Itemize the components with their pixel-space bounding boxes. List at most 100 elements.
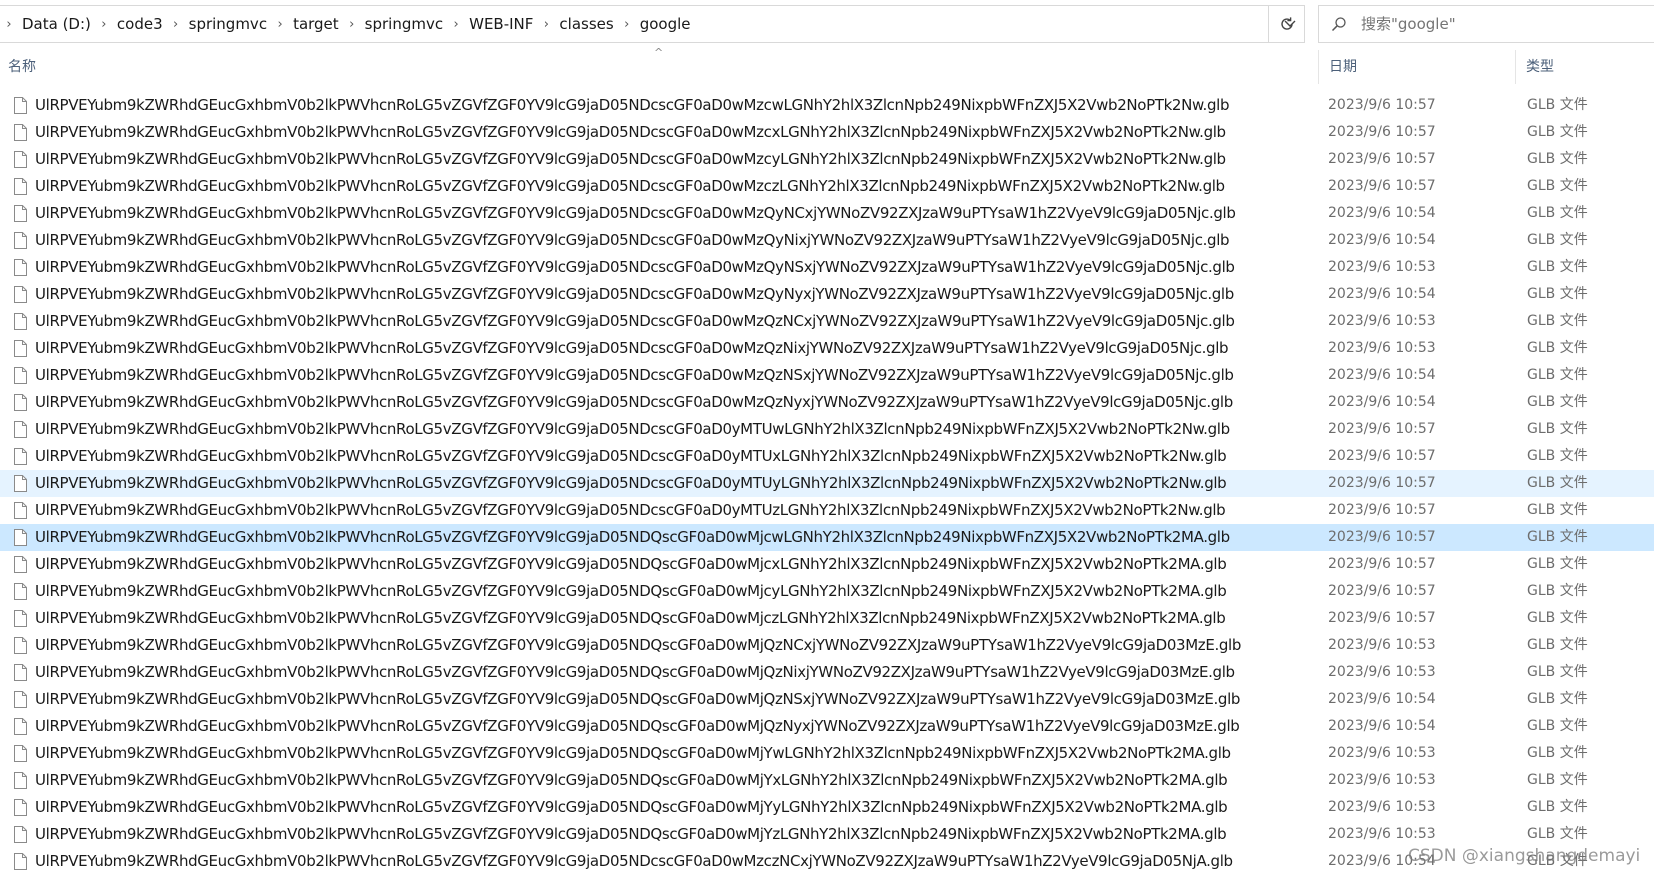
file-row[interactable]: UlRPVEYubm9kZWRhdGEucGxhbmV0b2lkPWVhcnRo… [0,794,1654,821]
file-row[interactable]: UlRPVEYubm9kZWRhdGEucGxhbmV0b2lkPWVhcnRo… [0,713,1654,740]
column-header-date[interactable]: 日期 [1318,50,1514,84]
breadcrumb-item[interactable]: Data (D:) [18,15,95,33]
chevron-right-icon[interactable]: › [343,17,361,32]
file-name: UlRPVEYubm9kZWRhdGEucGxhbmV0b2lkPWVhcnRo… [35,744,1231,762]
file-row[interactable]: UlRPVEYubm9kZWRhdGEucGxhbmV0b2lkPWVhcnRo… [0,443,1654,470]
column-header-row: 名称 日期 类型 [0,50,1654,84]
file-row[interactable]: UlRPVEYubm9kZWRhdGEucGxhbmV0b2lkPWVhcnRo… [0,497,1654,524]
file-date: 2023/9/6 10:54 [1328,691,1436,707]
file-name: UlRPVEYubm9kZWRhdGEucGxhbmV0b2lkPWVhcnRo… [35,312,1235,330]
breadcrumb-item[interactable]: springmvc [361,15,447,33]
chevron-right-icon[interactable]: › [167,17,185,32]
file-date: 2023/9/6 10:57 [1328,556,1436,572]
file-row[interactable]: UlRPVEYubm9kZWRhdGEucGxhbmV0b2lkPWVhcnRo… [0,389,1654,416]
breadcrumb-item[interactable]: WEB-INF [465,15,537,33]
file-name: UlRPVEYubm9kZWRhdGEucGxhbmV0b2lkPWVhcnRo… [35,771,1228,789]
file-type: GLB 文件 [1527,718,1588,734]
file-date: 2023/9/6 10:57 [1328,448,1436,464]
file-name: UlRPVEYubm9kZWRhdGEucGxhbmV0b2lkPWVhcnRo… [35,393,1233,411]
breadcrumb-item[interactable]: classes [555,15,617,33]
file-row[interactable]: UlRPVEYubm9kZWRhdGEucGxhbmV0b2lkPWVhcnRo… [0,551,1654,578]
file-row[interactable]: UlRPVEYubm9kZWRhdGEucGxhbmV0b2lkPWVhcnRo… [0,416,1654,443]
refresh-button[interactable] [1268,5,1305,43]
file-type: GLB 文件 [1527,205,1588,221]
file-row[interactable]: UlRPVEYubm9kZWRhdGEucGxhbmV0b2lkPWVhcnRo… [0,524,1654,551]
file-row[interactable]: UlRPVEYubm9kZWRhdGEucGxhbmV0b2lkPWVhcnRo… [0,227,1654,254]
file-date: 2023/9/6 10:53 [1328,637,1436,653]
file-row[interactable]: UlRPVEYubm9kZWRhdGEucGxhbmV0b2lkPWVhcnRo… [0,578,1654,605]
file-icon [14,799,27,816]
file-date: 2023/9/6 10:57 [1328,97,1436,113]
file-row[interactable]: UlRPVEYubm9kZWRhdGEucGxhbmV0b2lkPWVhcnRo… [0,362,1654,389]
file-row[interactable]: UlRPVEYubm9kZWRhdGEucGxhbmV0b2lkPWVhcnRo… [0,200,1654,227]
file-name: UlRPVEYubm9kZWRhdGEucGxhbmV0b2lkPWVhcnRo… [35,339,1229,357]
file-type: GLB 文件 [1527,556,1588,572]
file-type: GLB 文件 [1527,745,1588,761]
breadcrumb-item[interactable]: code3 [113,15,167,33]
file-row[interactable]: UlRPVEYubm9kZWRhdGEucGxhbmV0b2lkPWVhcnRo… [0,119,1654,146]
file-row[interactable]: UlRPVEYubm9kZWRhdGEucGxhbmV0b2lkPWVhcnRo… [0,146,1654,173]
file-row[interactable]: UlRPVEYubm9kZWRhdGEucGxhbmV0b2lkPWVhcnRo… [0,335,1654,362]
file-row[interactable]: UlRPVEYubm9kZWRhdGEucGxhbmV0b2lkPWVhcnRo… [0,821,1654,848]
file-row[interactable]: UlRPVEYubm9kZWRhdGEucGxhbmV0b2lkPWVhcnRo… [0,686,1654,713]
file-icon [14,583,27,600]
chevron-right-icon[interactable]: › [95,17,113,32]
column-header-name[interactable]: 名称 [8,50,1316,84]
file-icon [14,475,27,492]
file-icon [14,286,27,303]
file-row[interactable]: UlRPVEYubm9kZWRhdGEucGxhbmV0b2lkPWVhcnRo… [0,308,1654,335]
breadcrumb-item[interactable]: target [289,15,343,33]
file-icon [14,97,27,114]
file-row[interactable]: UlRPVEYubm9kZWRhdGEucGxhbmV0b2lkPWVhcnRo… [0,470,1654,497]
file-type: GLB 文件 [1527,286,1588,302]
chevron-right-icon[interactable]: › [0,17,18,32]
file-row[interactable]: UlRPVEYubm9kZWRhdGEucGxhbmV0b2lkPWVhcnRo… [0,659,1654,686]
file-icon [14,124,27,141]
file-row[interactable]: UlRPVEYubm9kZWRhdGEucGxhbmV0b2lkPWVhcnRo… [0,254,1654,281]
file-icon [14,664,27,681]
file-type: GLB 文件 [1527,124,1588,140]
file-name: UlRPVEYubm9kZWRhdGEucGxhbmV0b2lkPWVhcnRo… [35,96,1230,114]
file-row[interactable]: UlRPVEYubm9kZWRhdGEucGxhbmV0b2lkPWVhcnRo… [0,281,1654,308]
breadcrumb-item[interactable]: springmvc [185,15,271,33]
search-input[interactable] [1359,14,1623,34]
file-type: GLB 文件 [1527,826,1588,842]
file-icon [14,313,27,330]
file-row[interactable]: UlRPVEYubm9kZWRhdGEucGxhbmV0b2lkPWVhcnRo… [0,767,1654,794]
file-date: 2023/9/6 10:57 [1328,124,1436,140]
file-date: 2023/9/6 10:54 [1328,394,1436,410]
file-date: 2023/9/6 10:57 [1328,475,1436,491]
file-row[interactable]: UlRPVEYubm9kZWRhdGEucGxhbmV0b2lkPWVhcnRo… [0,173,1654,200]
file-name: UlRPVEYubm9kZWRhdGEucGxhbmV0b2lkPWVhcnRo… [35,609,1226,627]
file-date: 2023/9/6 10:57 [1328,610,1436,626]
file-type: GLB 文件 [1527,448,1588,464]
file-icon [14,178,27,195]
file-row[interactable]: UlRPVEYubm9kZWRhdGEucGxhbmV0b2lkPWVhcnRo… [0,605,1654,632]
file-icon [14,610,27,627]
chevron-right-icon[interactable]: › [537,17,555,32]
file-type: GLB 文件 [1527,799,1588,815]
breadcrumb-item[interactable]: google [636,15,695,33]
file-name: UlRPVEYubm9kZWRhdGEucGxhbmV0b2lkPWVhcnRo… [35,798,1228,816]
file-name: UlRPVEYubm9kZWRhdGEucGxhbmV0b2lkPWVhcnRo… [35,825,1227,843]
file-row[interactable]: UlRPVEYubm9kZWRhdGEucGxhbmV0b2lkPWVhcnRo… [0,632,1654,659]
chevron-right-icon[interactable]: › [618,17,636,32]
file-row[interactable]: UlRPVEYubm9kZWRhdGEucGxhbmV0b2lkPWVhcnRo… [0,740,1654,767]
refresh-icon [1281,17,1293,30]
search-box[interactable] [1318,5,1654,43]
file-date: 2023/9/6 10:57 [1328,151,1436,167]
file-name: UlRPVEYubm9kZWRhdGEucGxhbmV0b2lkPWVhcnRo… [35,582,1227,600]
file-row[interactable]: UlRPVEYubm9kZWRhdGEucGxhbmV0b2lkPWVhcnRo… [0,848,1654,875]
file-row[interactable]: UlRPVEYubm9kZWRhdGEucGxhbmV0b2lkPWVhcnRo… [0,92,1654,119]
address-bar[interactable]: › Data (D:) › code3 › springmvc › target › spring… [0,5,1305,43]
file-type: GLB 文件 [1527,340,1588,356]
watermark: CSDN @xiangshangdemayi [1408,846,1641,866]
file-icon [14,745,27,762]
chevron-right-icon[interactable]: › [447,17,465,32]
file-icon [14,502,27,519]
file-name: UlRPVEYubm9kZWRhdGEucGxhbmV0b2lkPWVhcnRo… [35,258,1235,276]
chevron-right-icon[interactable]: › [271,17,289,32]
column-header-type[interactable]: 类型 [1515,50,1654,84]
file-date: 2023/9/6 10:53 [1328,772,1436,788]
file-name: UlRPVEYubm9kZWRhdGEucGxhbmV0b2lkPWVhcnRo… [35,636,1242,654]
